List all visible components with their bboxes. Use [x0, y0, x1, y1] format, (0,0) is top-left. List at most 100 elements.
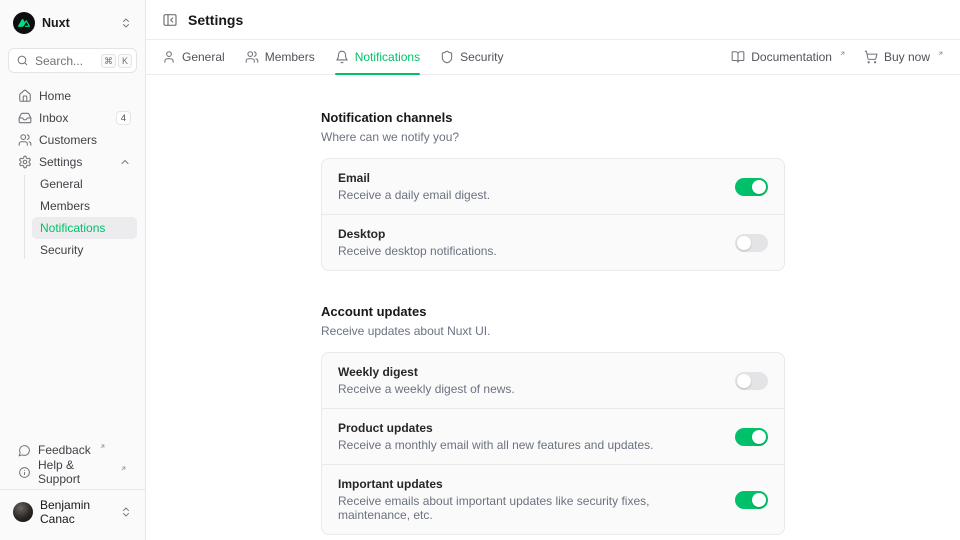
setting-text: EmailReceive a daily email digest.	[338, 171, 490, 202]
setting-description: Receive emails about important updates l…	[338, 494, 719, 522]
external-arrow-icon	[99, 443, 106, 450]
sidebar-subitem-security[interactable]: Security	[32, 239, 137, 261]
app-root: Nuxt Search... ⌘K Home Inbox4 Customers Set…	[0, 0, 960, 540]
sidebar-footer: FeedbackHelp & Support Benjamin Canac	[8, 439, 137, 540]
tab-members[interactable]: Members	[245, 40, 315, 74]
nuxt-logo-icon	[13, 12, 35, 34]
sidebar-subitem-general[interactable]: General	[32, 173, 137, 195]
tab-notifications[interactable]: Notifications	[335, 40, 420, 74]
users-icon	[245, 50, 259, 64]
user-name: Benjamin Canac	[40, 498, 113, 526]
setting-title: Product updates	[338, 421, 654, 435]
sidebar-item-label: Customers	[39, 133, 131, 147]
user-icon	[162, 50, 176, 64]
setting-text: Product updates Receive a monthly email w…	[338, 421, 654, 452]
sidebar-subitem-notifications[interactable]: Notifications	[32, 217, 137, 239]
important-updates-toggle[interactable]	[735, 491, 768, 509]
email-toggle[interactable]	[735, 178, 768, 196]
info-icon	[18, 466, 31, 479]
chevrons-up-down-icon	[120, 17, 132, 29]
toggle-knob	[737, 374, 751, 388]
tab-label: General	[182, 50, 225, 64]
documentation-button[interactable]: Documentation	[731, 50, 846, 64]
section-description: Receive updates about Nuxt UI.	[321, 324, 785, 338]
section-title: Notification channels	[321, 110, 785, 125]
action-label: Buy now	[884, 50, 930, 64]
tab-label: Members	[265, 50, 315, 64]
content: Notification channels Where can we notify…	[146, 75, 960, 540]
footer-link-label: Help & Support	[38, 458, 112, 486]
sidebar-item-settings[interactable]: Settings	[8, 151, 137, 173]
sidebar-subitem-label: General	[40, 177, 83, 191]
setting-text: Important updatesReceive emails about im…	[338, 477, 719, 522]
shortcut-key: ⌘	[101, 54, 116, 68]
settings-card: Weekly digest Receive a weekly digest of …	[321, 352, 785, 535]
home-icon	[18, 89, 32, 103]
tab-general[interactable]: General	[162, 40, 225, 74]
setting-text: Weekly digest Receive a weekly digest of …	[338, 365, 515, 396]
gear-icon	[18, 155, 32, 169]
sidebar-subitem-label: Notifications	[40, 221, 105, 235]
search-input[interactable]: Search... ⌘K	[8, 48, 137, 73]
tab-label: Security	[460, 50, 503, 64]
setting-description: Receive a weekly digest of news.	[338, 382, 515, 396]
main-area: Settings General Members Notifications Secu…	[146, 0, 960, 540]
sidebar-item-label: Home	[39, 89, 131, 103]
user-menu[interactable]: Benjamin Canac	[8, 490, 137, 534]
tabbar: General Members Notifications Security Docu…	[146, 40, 960, 75]
chevrons-up-down-icon	[120, 506, 132, 518]
toggle-knob	[752, 493, 766, 507]
team-switcher[interactable]: Nuxt	[8, 8, 137, 38]
chevrons-up-down-icon	[120, 17, 132, 29]
panel-collapse-icon	[162, 12, 178, 28]
inbox-icon	[18, 111, 32, 125]
setting-text: Desktop Receive desktop notifications.	[338, 227, 497, 258]
toggle-knob	[752, 180, 766, 194]
shortcut-key: K	[118, 54, 132, 68]
tab-security[interactable]: Security	[440, 40, 503, 74]
section-title: Account updates	[321, 304, 785, 319]
setting-title: Desktop	[338, 227, 497, 241]
sidebar-item-label: Settings	[39, 155, 112, 169]
weekly-digest-toggle[interactable]	[735, 372, 768, 390]
setting-row-important-updates: Important updatesReceive emails about im…	[322, 464, 784, 534]
collapse-sidebar-icon[interactable]	[162, 12, 178, 28]
external-arrow-icon	[120, 465, 127, 472]
book-icon	[731, 50, 745, 64]
team-name: Nuxt	[42, 16, 113, 30]
page-header: Settings	[146, 0, 960, 40]
footer-link-label: Feedback	[38, 443, 91, 457]
product-updates-toggle[interactable]	[735, 428, 768, 446]
chevron-up-icon	[119, 156, 131, 168]
setting-row-email: EmailReceive a daily email digest.	[322, 159, 784, 214]
desktop-toggle[interactable]	[735, 234, 768, 252]
sidebar-nav: Home Inbox4 Customers Settings General Member…	[8, 85, 137, 261]
message-bubble-icon	[18, 444, 31, 457]
cart-icon	[864, 50, 878, 64]
footer-link-help-support[interactable]: Help & Support	[8, 461, 137, 483]
sidebar-subitem-label: Security	[40, 243, 83, 257]
sidebar-subtree: General Members Notifications Security	[8, 173, 137, 261]
section-description: Where can we notify you?	[321, 130, 785, 144]
tree-guide-line	[24, 175, 25, 259]
external-arrow-icon	[937, 50, 944, 57]
bell-icon	[335, 50, 349, 64]
search-placeholder: Search...	[35, 54, 93, 68]
toggle-knob	[737, 236, 751, 250]
setting-description: Receive desktop notifications.	[338, 244, 497, 258]
nuxt-logo-icon	[18, 17, 30, 29]
setting-row-product-updates: Product updates Receive a monthly email w…	[322, 408, 784, 464]
search-icon	[16, 54, 29, 67]
avatar	[13, 502, 33, 522]
sidebar-item-customers[interactable]: Customers	[8, 129, 137, 151]
shield-icon	[440, 50, 454, 64]
setting-title: Weekly digest	[338, 365, 515, 379]
sidebar-subitem-members[interactable]: Members	[32, 195, 137, 217]
setting-title: Email	[338, 171, 490, 185]
sidebar-item-home[interactable]: Home	[8, 85, 137, 107]
users-icon	[18, 133, 32, 147]
setting-description: Receive a monthly email with all new fea…	[338, 438, 654, 452]
sidebar-item-inbox[interactable]: Inbox4	[8, 107, 137, 129]
section-notification-channels: Notification channels Where can we notify…	[321, 110, 785, 271]
buy-now-button[interactable]: Buy now	[864, 50, 944, 64]
